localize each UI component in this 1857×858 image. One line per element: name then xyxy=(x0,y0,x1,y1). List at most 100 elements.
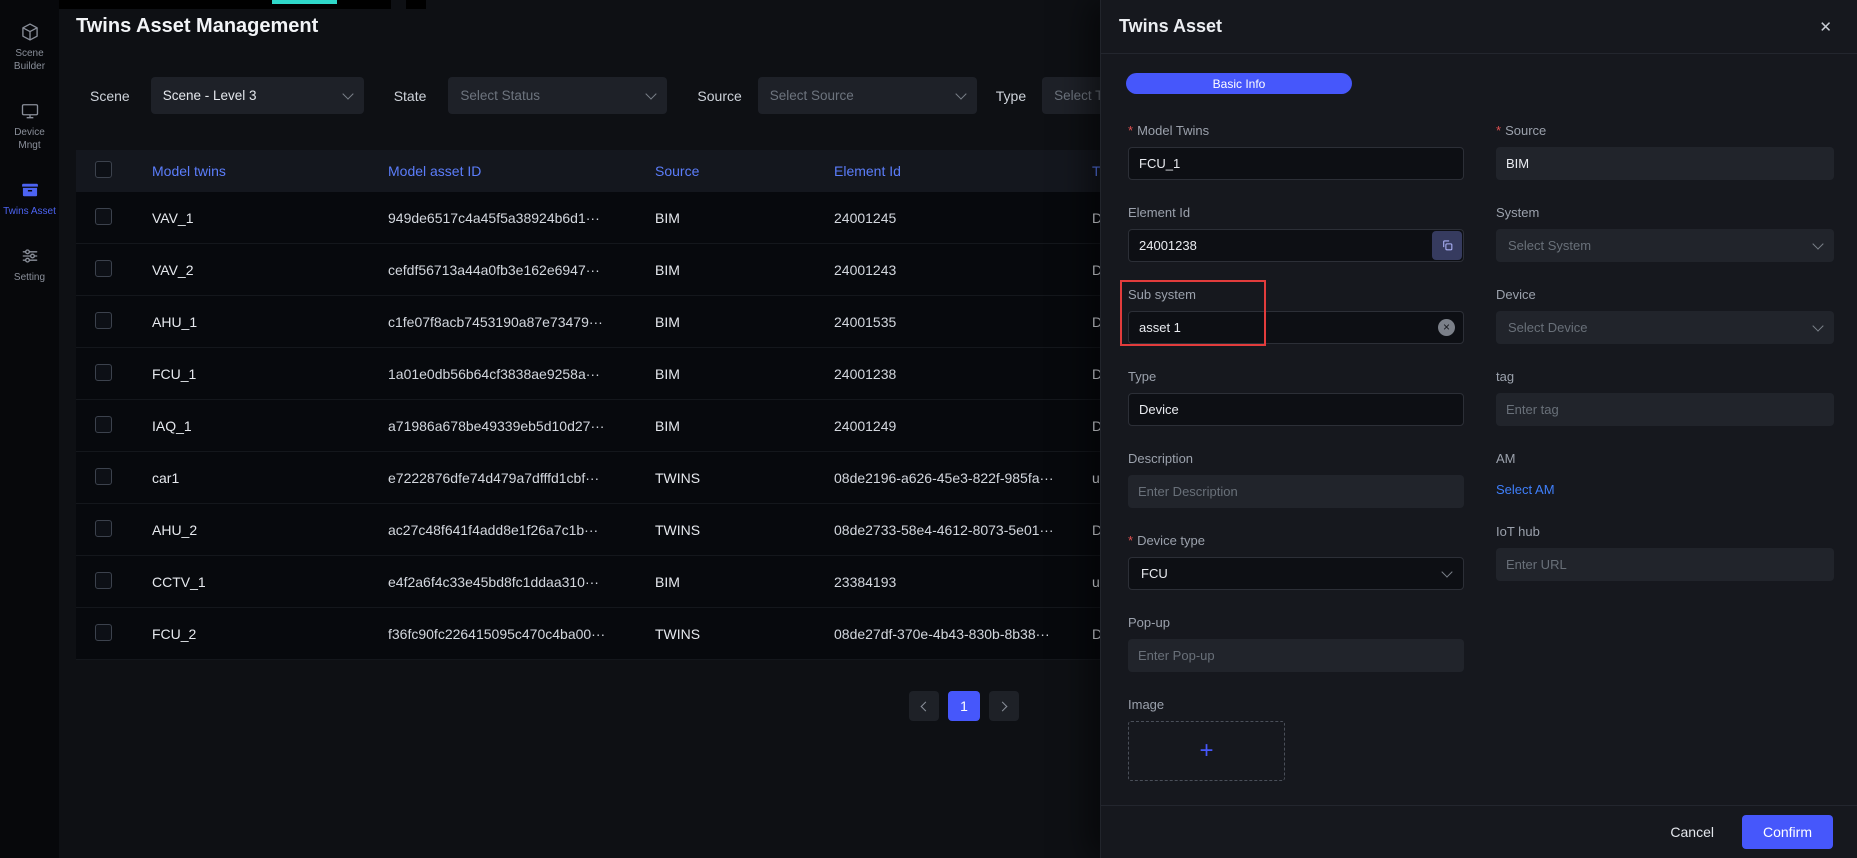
sidebar: Scene Builder Device Mngt Twins Asset Se… xyxy=(0,0,59,858)
row-checkbox[interactable] xyxy=(95,468,112,485)
model-twins-input[interactable] xyxy=(1128,147,1464,180)
device-select[interactable]: Select Device xyxy=(1496,311,1834,344)
cancel-button[interactable]: Cancel xyxy=(1670,824,1714,840)
field-iot-hub: IoT hub xyxy=(1496,524,1834,581)
column-source[interactable]: Source xyxy=(655,163,834,179)
column-model-twins[interactable]: Model twins xyxy=(152,163,388,179)
table-row: FCU_2 f36fc90fc226415095c470c4ba00··· TW… xyxy=(76,608,1176,660)
sidebar-item-label: Scene Builder xyxy=(0,47,59,73)
description-input[interactable] xyxy=(1128,475,1464,508)
tab-basic-info[interactable]: Basic Info xyxy=(1126,73,1352,94)
cell-model-asset-id: e4f2a6f4c33e45bd8fc1ddaa310··· xyxy=(388,574,655,590)
row-checkbox[interactable] xyxy=(95,260,112,277)
column-element-id[interactable]: Element Id xyxy=(834,163,1092,179)
type-input[interactable] xyxy=(1128,393,1464,426)
field-source: *Source xyxy=(1496,123,1834,180)
sub-system-label: Sub system xyxy=(1128,287,1464,303)
page-1-button[interactable]: 1 xyxy=(948,691,980,721)
table-row: AHU_2 ac27c48f641f4add8e1f26a7c1b··· TWI… xyxy=(76,504,1176,556)
element-id-input[interactable] xyxy=(1128,229,1464,262)
chevron-down-icon xyxy=(1812,320,1823,331)
cell-element-id: 24001249 xyxy=(834,418,1092,434)
scene-filter-label: Scene xyxy=(90,88,130,104)
popup-input[interactable] xyxy=(1128,639,1464,672)
image-label: Image xyxy=(1128,697,1464,713)
cell-model-asset-id: cefdf56713a44a0fb3e162e6947··· xyxy=(388,262,655,278)
source-filter-placeholder: Select Source xyxy=(770,88,854,103)
drawer-form: *Model Twins Element Id Sub system xyxy=(1128,123,1833,806)
drawer-title: Twins Asset xyxy=(1119,16,1222,37)
iot-hub-label: IoT hub xyxy=(1496,524,1834,540)
chevron-down-icon xyxy=(1441,566,1452,577)
field-popup: Pop-up xyxy=(1128,615,1464,672)
table-row: AHU_1 c1fe07f8acb7453190a87e73479··· BIM… xyxy=(76,296,1176,348)
copy-icon xyxy=(1441,239,1454,252)
clear-icon[interactable]: × xyxy=(1438,319,1455,336)
filter-bar: Scene Scene - Level 3 State Select Statu… xyxy=(90,77,1261,114)
chevron-down-icon xyxy=(646,88,657,99)
am-label: AM xyxy=(1496,451,1834,467)
select-all-checkbox[interactable] xyxy=(95,161,112,178)
element-id-label: Element Id xyxy=(1128,205,1464,221)
system-select[interactable]: Select System xyxy=(1496,229,1834,262)
prev-page-button[interactable] xyxy=(909,691,939,721)
tab-strip-artifact-2 xyxy=(406,0,426,9)
scene-filter-value: Scene - Level 3 xyxy=(163,88,257,103)
source-filter-select[interactable]: Select Source xyxy=(758,77,977,114)
next-page-button[interactable] xyxy=(989,691,1019,721)
device-label: Device xyxy=(1496,287,1834,303)
state-filter-select[interactable]: Select Status xyxy=(448,77,667,114)
cell-model-twins: VAV_1 xyxy=(152,210,388,226)
close-icon[interactable]: ✕ xyxy=(1819,18,1832,36)
sidebar-item-twins-asset[interactable]: Twins Asset xyxy=(0,180,59,218)
row-checkbox[interactable] xyxy=(95,572,112,589)
cell-model-asset-id: ac27c48f641f4add8e1f26a7c1b··· xyxy=(388,522,655,538)
row-checkbox[interactable] xyxy=(95,624,112,641)
state-filter-placeholder: Select Status xyxy=(460,88,540,103)
sidebar-item-setting[interactable]: Setting xyxy=(0,246,59,284)
scene-builder-icon xyxy=(20,22,40,42)
iot-hub-input[interactable] xyxy=(1496,548,1834,581)
copy-button[interactable] xyxy=(1432,231,1462,260)
row-checkbox[interactable] xyxy=(95,416,112,433)
cell-model-asset-id: f36fc90fc226415095c470c4ba00··· xyxy=(388,626,655,642)
tag-input[interactable] xyxy=(1496,393,1834,426)
row-checkbox[interactable] xyxy=(95,312,112,329)
sidebar-item-device-mngt[interactable]: Device Mngt xyxy=(0,101,59,152)
row-checkbox[interactable] xyxy=(95,520,112,537)
source-filter-label: Source xyxy=(697,88,741,104)
row-checkbox[interactable] xyxy=(95,208,112,225)
table-row: VAV_2 cefdf56713a44a0fb3e162e6947··· BIM… xyxy=(76,244,1176,296)
drawer-footer: Cancel Confirm xyxy=(1101,805,1857,858)
device-type-select[interactable]: FCU xyxy=(1128,557,1464,590)
cell-element-id: 08de27df-370e-4b43-830b-8b38··· xyxy=(834,626,1092,642)
required-marker: * xyxy=(1128,533,1133,548)
field-type: Type xyxy=(1128,369,1464,426)
device-type-value: FCU xyxy=(1141,566,1168,581)
select-am-link[interactable]: Select AM xyxy=(1496,482,1555,497)
cell-model-twins: FCU_1 xyxy=(152,366,388,382)
cell-source: BIM xyxy=(655,366,834,382)
table-row: CCTV_1 e4f2a6f4c33e45bd8fc1ddaa310··· BI… xyxy=(76,556,1176,608)
source-input[interactable] xyxy=(1496,147,1834,180)
sub-system-input[interactable] xyxy=(1128,311,1464,344)
cell-model-asset-id: e7222876dfe74d479a7dfffd1cbf··· xyxy=(388,470,655,486)
column-model-asset-id[interactable]: Model asset ID xyxy=(388,163,655,179)
field-am: AM Select AM xyxy=(1496,451,1834,499)
cell-model-asset-id: c1fe07f8acb7453190a87e73479··· xyxy=(388,314,655,330)
device-mngt-icon xyxy=(20,101,40,121)
confirm-button[interactable]: Confirm xyxy=(1742,815,1833,849)
table-row: car1 e7222876dfe74d479a7dfffd1cbf··· TWI… xyxy=(76,452,1176,504)
sidebar-item-scene-builder[interactable]: Scene Builder xyxy=(0,22,59,73)
cell-model-asset-id: 949de6517c4a45f5a38924b6d1··· xyxy=(388,210,655,226)
image-upload-box[interactable]: + xyxy=(1128,721,1285,781)
tab-strip-teal-line xyxy=(272,0,337,4)
scene-filter-select[interactable]: Scene - Level 3 xyxy=(151,77,364,114)
popup-label: Pop-up xyxy=(1128,615,1464,631)
table-header: Model twins Model asset ID Source Elemen… xyxy=(76,150,1176,192)
field-model-twins: *Model Twins xyxy=(1128,123,1464,180)
system-placeholder: Select System xyxy=(1508,238,1591,253)
field-system: System Select System xyxy=(1496,205,1834,262)
row-checkbox[interactable] xyxy=(95,364,112,381)
field-image: Image + xyxy=(1128,697,1464,781)
